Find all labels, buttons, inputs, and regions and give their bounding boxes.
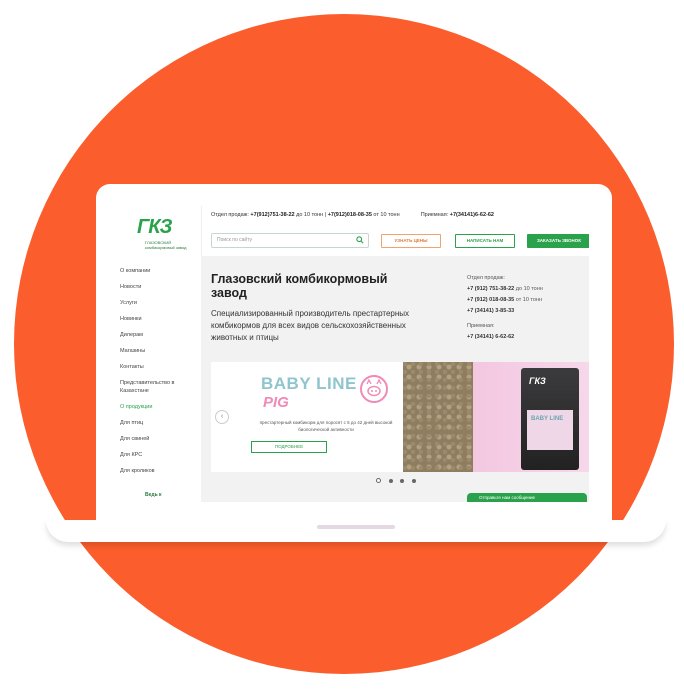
chat-widget[interactable]: Отправьте нам сообщение <box>467 493 587 502</box>
sidebar-item-shops[interactable]: Магазины <box>120 347 200 363</box>
sidebar-nav: О компании Новости Услуги Новинки Дилера… <box>120 267 200 483</box>
page-title: Глазовский комбикормовый завод <box>211 272 388 300</box>
sidebar-item-products[interactable]: О продукции <box>120 403 200 419</box>
feed-pellets-image <box>403 362 481 472</box>
laptop-base <box>46 520 666 542</box>
header-phone-2-note: от 10 тонн <box>373 212 400 218</box>
sidebar-item-dealers[interactable]: Дилерам <box>120 331 200 347</box>
sidebar-item-kazakhstan[interactable]: Представительство в Казахстане <box>120 379 200 403</box>
logo-mark: ГКЗ <box>137 216 172 238</box>
contacts-reception-phone[interactable]: +7 (34141) 6-62-62 <box>467 334 514 340</box>
slider-dot-2[interactable] <box>388 479 393 483</box>
contacts-phone-1-note: до 10 тонн <box>515 286 543 292</box>
header-phones: Отдел продаж: +7(912)751-38-22 до 10 тон… <box>211 212 494 218</box>
contacts-phone-2[interactable]: +7 (912) 018-08-35 <box>467 297 514 303</box>
logo-subtitle: ГЛАЗОВСКИЙ комбикормовый завод <box>145 240 187 250</box>
slide-brand-line2: PIG <box>263 394 289 411</box>
get-price-button[interactable]: УЗНАТЬ ЦЕНЫ <box>381 234 441 248</box>
search-placeholder: Поиск по сайту <box>217 237 253 243</box>
search-icon[interactable] <box>356 236 364 244</box>
sidebar-item-pigs[interactable]: Для свиней <box>120 435 200 451</box>
header-phone-2[interactable]: +7(912)018-08-35 <box>328 212 372 218</box>
contacts-sales-label: Отдел продаж: <box>467 275 505 281</box>
sidebar-item-birds[interactable]: Для птиц <box>120 419 200 435</box>
slider-prev-arrow-icon[interactable]: ‹ <box>215 410 229 424</box>
reception-phone[interactable]: +7(34141)6-62-62 <box>450 212 494 218</box>
page-lead: Специализированный производитель престар… <box>211 309 410 342</box>
sidebar-item-contacts[interactable]: Контакты <box>120 363 200 379</box>
contacts-phone-2-note: от 10 тонн <box>515 297 543 303</box>
sidebar-banner[interactable]: Ведь к <box>145 492 162 498</box>
sidebar: ГКЗ ГЛАЗОВСКИЙ комбикормовый завод О ком… <box>117 206 202 502</box>
contacts-phone-3[interactable]: +7 (34141) 3-85-33 <box>467 308 514 314</box>
sidebar-item-cattle[interactable]: Для КРС <box>120 451 200 467</box>
sidebar-item-rabbits[interactable]: Для кроликов <box>120 467 200 483</box>
laptop-notch <box>317 525 395 529</box>
contacts-block: Отдел продаж: +7 (912) 751-38-22 до 10 т… <box>467 273 577 343</box>
pig-icon <box>360 375 388 403</box>
slider-dot-3[interactable] <box>400 479 405 483</box>
slider-dots <box>376 478 422 485</box>
site-logo[interactable]: ГКЗ ГЛАЗОВСКИЙ комбикормовый завод <box>137 216 197 260</box>
bag-text: BABY LINE <box>531 416 564 422</box>
sidebar-item-services[interactable]: Услуги <box>120 299 200 315</box>
promo-slider[interactable]: ‹ BABY LINE PIG престартерный комбикорм … <box>211 362 589 472</box>
contacts-reception-label: Приемная: <box>467 323 495 329</box>
website-screen: ГКЗ ГЛАЗОВСКИЙ комбикормовый завод О ком… <box>117 206 589 502</box>
header-phone-1-note: до 10 тонн <box>296 212 324 218</box>
slide-brand-line1: BABY LINE <box>261 374 357 393</box>
slide-description: престартерный комбикорм для поросят с 5 … <box>259 420 393 432</box>
more-button[interactable]: ПОДРОБНЕЕ <box>251 441 327 453</box>
sidebar-item-about[interactable]: О компании <box>120 267 200 283</box>
header-phone-1[interactable]: +7(912)751-38-22 <box>250 212 294 218</box>
search-input[interactable]: Поиск по сайту <box>211 233 369 248</box>
order-call-button[interactable]: ЗАКАЗАТЬ ЗВОНОК <box>527 234 589 248</box>
reception-label: Приемная: <box>420 212 449 218</box>
write-us-button[interactable]: НАПИСАТЬ НАМ <box>455 234 515 248</box>
main-content: Глазовский комбикормовый завод Специализ… <box>201 256 589 502</box>
chat-label: Отправьте нам сообщение <box>479 495 536 500</box>
bag-logo: ГКЗ <box>529 376 546 386</box>
slider-dot-1[interactable] <box>376 478 381 483</box>
slider-dot-4[interactable] <box>412 479 417 483</box>
contacts-phone-1[interactable]: +7 (912) 751-38-22 <box>467 286 514 292</box>
sales-label: Отдел продаж: <box>211 212 249 218</box>
sidebar-item-news[interactable]: Новости <box>120 283 200 299</box>
sidebar-item-new[interactable]: Новинки <box>120 315 200 331</box>
